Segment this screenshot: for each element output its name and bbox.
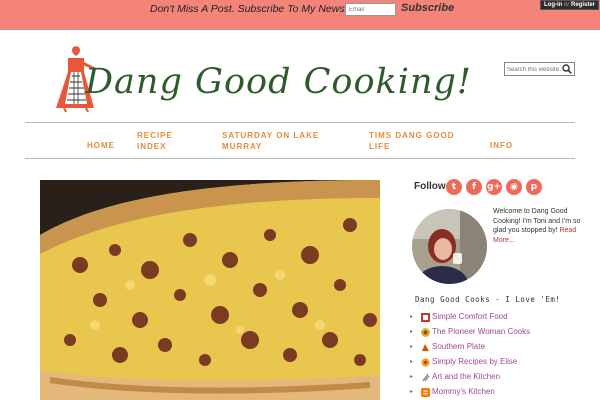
search-box (504, 62, 575, 76)
blogger-favicon-icon (421, 388, 430, 397)
subscribe-button[interactable]: Subscribe (401, 2, 454, 15)
blogroll-heading: Dang Good Cooks - I Love 'Em! (415, 295, 561, 304)
bullet-icon: ▸ (410, 389, 414, 395)
nav-info-label: INFO (490, 141, 514, 150)
blogroll-link[interactable]: Simply Recipes by Elise (432, 356, 517, 368)
newsletter-bar: Don't Miss A Post. Subscribe To My Newsl… (0, 0, 600, 30)
blogroll-link[interactable]: Simple Comfort Food (432, 311, 508, 323)
search-icon[interactable] (562, 64, 572, 74)
blogroll-link[interactable]: Mommy's Kitchen (432, 386, 495, 398)
or-text: or (563, 2, 570, 8)
account-links: Log-in or Register (540, 0, 599, 10)
site-title[interactable]: Dang Good Cooking! (85, 62, 472, 102)
facebook-icon[interactable]: f (466, 179, 482, 195)
art-and-kitchen-favicon-icon (422, 373, 430, 382)
blogroll-link[interactable]: Southern Plate (432, 341, 485, 353)
southern-plate-favicon-icon (422, 344, 429, 351)
bullet-icon: ▸ (410, 314, 414, 320)
simply-recipes-favicon-icon (421, 358, 430, 367)
nav-home-label: HOME (87, 141, 115, 150)
google-plus-icon[interactable]: g+ (486, 179, 502, 195)
pioneer-woman-favicon-icon (421, 328, 430, 337)
follow-label: Follow: (414, 181, 449, 192)
pinterest-icon[interactable]: p (526, 179, 542, 195)
nav-dang-good-life[interactable]: TIMS DANG GOOD LIFE (369, 130, 455, 152)
blogroll-link[interactable]: Art and the Kitchen (432, 371, 500, 383)
newsletter-prompt: Don't Miss A Post. Subscribe To My Newsl… (150, 3, 371, 15)
welcome-blurb: Welcome to Dang Good Cooking! I'm Toni a… (493, 207, 593, 245)
main-nav: HOME RECIPE INDEX SATURDAY ON LAKE MURRA… (25, 122, 575, 159)
nav-info[interactable]: INFO (490, 140, 513, 151)
nav-label-line: TIMS DANG GOOD (369, 131, 455, 140)
nav-label-line: MURRAY (222, 142, 263, 151)
pizza-photo[interactable] (40, 180, 380, 400)
email-field[interactable] (345, 3, 396, 16)
author-avatar (412, 209, 487, 284)
login-link[interactable]: Log-in (544, 2, 562, 8)
bullet-icon: ▸ (410, 329, 414, 335)
bullet-icon: ▸ (410, 374, 414, 380)
nav-saturday-lake-murray[interactable]: SATURDAY ON LAKE MURRAY (222, 130, 319, 152)
nav-label-line: LIFE (369, 142, 391, 151)
search-input[interactable] (507, 64, 565, 75)
register-link[interactable]: Register (571, 2, 595, 8)
bullet-icon: ▸ (410, 344, 414, 350)
nav-home[interactable]: HOME (87, 140, 115, 151)
nav-label-line: RECIPE (137, 131, 173, 140)
twitter-icon[interactable]: t (446, 179, 462, 195)
rss-icon[interactable]: ◉ (506, 179, 522, 195)
bullet-icon: ▸ (410, 359, 414, 365)
nav-label-line: SATURDAY ON LAKE (222, 131, 320, 140)
nav-label-line: INDEX (137, 142, 167, 151)
blogroll-link[interactable]: The Pioneer Woman Cooks (432, 326, 530, 338)
nav-recipe-index[interactable]: RECIPE INDEX (137, 130, 173, 152)
simple-comfort-food-favicon-icon (421, 313, 430, 322)
